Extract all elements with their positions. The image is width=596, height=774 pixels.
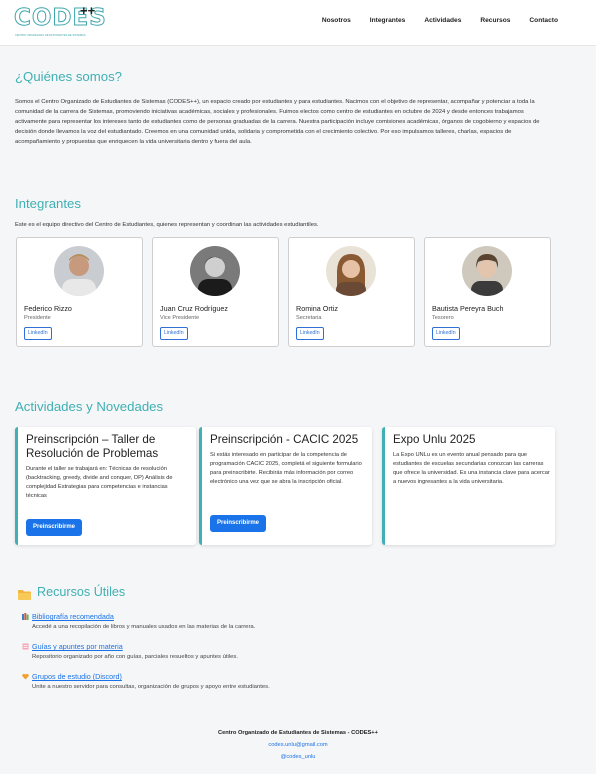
- preinscribirme-button[interactable]: Preinscribirme: [210, 515, 267, 532]
- member-card: Juan Cruz Rodríguez Vice Presidente Link…: [152, 237, 279, 347]
- avatar: [462, 246, 512, 296]
- about-text: Somos el Centro Organizado de Estudiante…: [15, 99, 540, 145]
- folder-icon: [18, 587, 31, 600]
- resource-label: Guías y apuntes por materia: [32, 642, 123, 651]
- team-title: Integrantes: [15, 196, 81, 211]
- logo-plus: ++: [80, 3, 96, 18]
- resource-label: Bibliografía recomendada: [32, 612, 114, 621]
- notes-icon: [22, 643, 29, 650]
- nav-link-recursos[interactable]: Recursos: [480, 17, 510, 24]
- activity-title: Preinscripción - CACIC 2025: [210, 433, 359, 446]
- member-role: Vice Presidente: [160, 315, 200, 321]
- member-role: Tesorero: [432, 315, 454, 321]
- activity-description: Si estás interesado en participar de la …: [210, 452, 362, 485]
- linkedin-button[interactable]: LinkedIn: [160, 327, 188, 340]
- team-intro: Este es el equipo directivo del Centro d…: [15, 222, 319, 228]
- nav-link-nosotros[interactable]: Nosotros: [322, 17, 351, 24]
- resource-item: Guías y apuntes por materia Repositorio …: [22, 642, 238, 660]
- resource-item: Grupos de estudio (Discord) Unite a nues…: [22, 672, 270, 690]
- resource-link-bibliografia[interactable]: Bibliografía recomendada: [22, 612, 255, 621]
- activity-title: Preinscripción – Taller de Resolución de…: [26, 433, 159, 460]
- footer-email-link[interactable]: codes.unlu@gmail.com: [0, 742, 596, 748]
- about-title: ¿Quiénes somos?: [15, 69, 123, 84]
- activity-description: Durante el taller se trabajará en: Técni…: [26, 466, 173, 499]
- resource-label: Grupos de estudio (Discord): [32, 672, 122, 681]
- activity-card: Preinscripción – Taller de Resolución de…: [15, 427, 196, 545]
- navbar: CODES ++ CENTRO ORGANIZADO DE ESTUDIANTE…: [0, 0, 596, 46]
- nav-link-contacto[interactable]: Contacto: [529, 17, 558, 24]
- team-list: Federico Rizzo Presidente LinkedIn Juan …: [16, 237, 551, 347]
- resource-item: Bibliografía recomendada Accedé a una re…: [22, 612, 255, 630]
- nav-link-actividades[interactable]: Actividades: [424, 17, 461, 24]
- footer-org: Centro Organizado de Estudiantes de Sist…: [218, 730, 378, 736]
- avatar: [190, 246, 240, 296]
- resource-description: Unite a nuestro servidor para consultas,…: [32, 684, 270, 690]
- nav-link-integrantes[interactable]: Integrantes: [370, 17, 406, 24]
- member-role: Secretaria: [296, 315, 322, 321]
- resource-link-discord[interactable]: Grupos de estudio (Discord): [22, 672, 270, 681]
- preinscribirme-button[interactable]: Preinscribirme: [26, 519, 83, 536]
- linkedin-button[interactable]: LinkedIn: [24, 327, 52, 340]
- member-name: Federico Rizzo: [24, 304, 72, 313]
- member-card: Federico Rizzo Presidente LinkedIn: [16, 237, 143, 347]
- activity-title: Expo Unlu 2025: [393, 433, 476, 446]
- member-role: Presidente: [24, 315, 51, 321]
- heart-icon: [22, 673, 29, 680]
- linkedin-button[interactable]: LinkedIn: [296, 327, 324, 340]
- resource-description: Accedé a una recopilación de libros y ma…: [32, 624, 256, 630]
- activity-card: Preinscripción - CACIC 2025 Si estás int…: [199, 427, 372, 545]
- footer-instagram-link[interactable]: @codes_unlu: [0, 754, 596, 760]
- activity-card: Expo Unlu 2025 La Expo UNLu es un evento…: [382, 427, 555, 545]
- activities-title: Actividades y Novedades: [15, 399, 164, 414]
- member-name: Romina Ortiz: [296, 304, 338, 313]
- linkedin-button[interactable]: LinkedIn: [432, 327, 460, 340]
- avatar: [326, 246, 376, 296]
- footer: Centro Organizado de Estudiantes de Sist…: [0, 725, 596, 760]
- resources-heading: Recursos Útiles: [18, 585, 126, 600]
- logo-subtitle: CENTRO ORGANIZADO DE ESTUDIANTES DE SIST…: [15, 34, 86, 37]
- member-name: Bautista Pereyra Buch: [432, 304, 504, 313]
- resource-link-guias[interactable]: Guías y apuntes por materia: [22, 642, 238, 651]
- activity-description: La Expo UNLu es un evento anual pensado …: [393, 452, 550, 485]
- resources-title: Recursos Útiles: [37, 585, 126, 599]
- member-card: Bautista Pereyra Buch Tesorero LinkedIn: [424, 237, 551, 347]
- member-card: Romina Ortiz Secretaria LinkedIn: [288, 237, 415, 347]
- books-icon: [22, 613, 29, 620]
- codes-logo[interactable]: CODES ++ CENTRO ORGANIZADO DE ESTUDIANTE…: [14, 3, 107, 42]
- member-name: Juan Cruz Rodríguez: [160, 304, 228, 313]
- nav-links: Nosotros Integrantes Actividades Recurso…: [322, 17, 558, 24]
- avatar: [54, 246, 104, 296]
- resource-description: Repositorio organizado por año con guías…: [32, 654, 238, 660]
